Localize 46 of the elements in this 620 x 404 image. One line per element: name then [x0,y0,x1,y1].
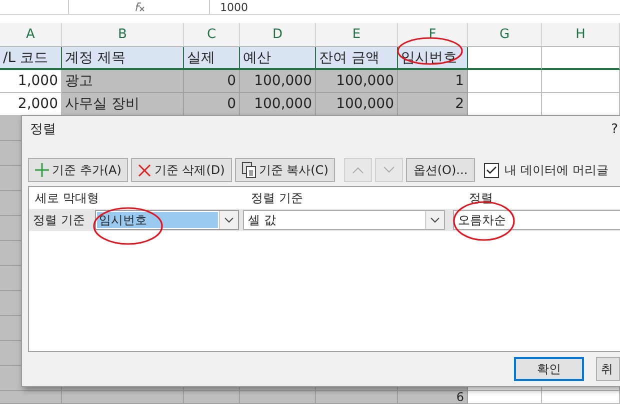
close-icon [138,164,152,176]
add-level-button[interactable]: 기준 추가(A) [28,158,128,182]
column-header[interactable]: G [468,23,542,47]
sort-level-row[interactable]: 정렬 기준 임시번호 셀 값 오름차순 [29,209,620,231]
table-cell: 1 [398,70,468,93]
delete-level-button[interactable]: 기준 삭제(D) [131,158,232,182]
table-cell: 0 [184,70,240,93]
table-cell [0,391,62,404]
chevron-down-icon [224,217,234,223]
column-heading: 정렬 기준 [250,190,304,206]
table-cell: 100,000 [316,93,398,116]
copy-level-button[interactable]: 기준 복사(C) [234,158,336,182]
table-cell: 100,000 [316,70,398,93]
column-header[interactable]: H [542,23,620,47]
checkbox-label: 내 데이터에 머리글 [504,162,608,178]
column-heading: 세로 막대형 [34,190,100,206]
table-header-cell: 실제 [184,47,240,70]
table-header-cell: 예산 [240,47,316,70]
chevron-down-icon [383,166,396,174]
table-cell: 100,000 [240,70,316,93]
copy-icon [242,162,256,178]
table-cell: 6 [398,391,468,404]
table-cell: 사무실 장비 [62,93,184,116]
table-cell [184,391,240,404]
table-cell: 0 [184,93,240,116]
headers-checkbox[interactable]: 내 데이터에 머리글 [484,162,608,178]
sort-on-dropdown[interactable]: 셀 값 [243,210,445,230]
order-dropdown[interactable]: 오름차순 [453,210,620,230]
formula-field[interactable]: 1000 [210,1,248,14]
column-dropdown[interactable]: 임시번호 [95,210,239,230]
chevron-down-icon [430,217,440,223]
table-header-cell: 계정 제목 [62,47,184,70]
ok-button[interactable]: 확인 [514,357,584,381]
checkbox[interactable] [484,162,499,178]
options-button[interactable]: 옵션(O)... [406,158,475,182]
table-header-cell: /L 코드 [0,47,62,70]
help-button[interactable]: ? [611,122,618,136]
dialog-title: 정렬 [30,121,56,138]
table-cell: 100,000 [240,93,316,116]
table-header-cell: 잔여 금액 [316,47,398,70]
cancel-button[interactable]: 취 [596,357,620,381]
plus-icon [35,163,49,177]
table-cell: 2 [398,93,468,116]
chevron-up-icon [352,166,364,174]
table-cell: 광고 [62,70,184,93]
level-label: 정렬 기준 [32,212,86,228]
